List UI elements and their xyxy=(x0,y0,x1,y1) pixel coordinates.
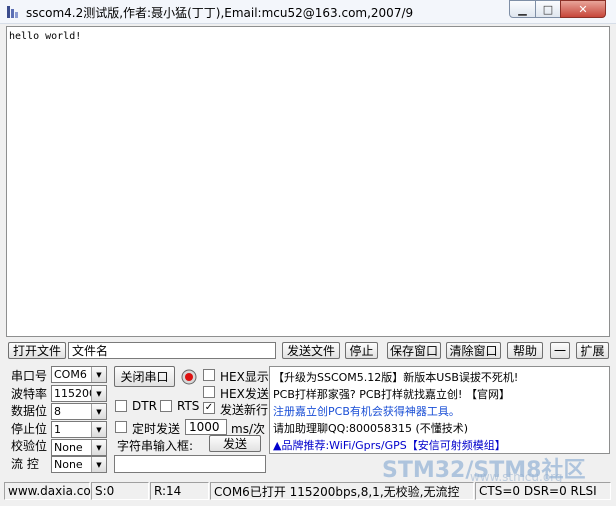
parity-select[interactable]: None ▼ xyxy=(51,439,107,456)
info-line-upgrade[interactable]: 【升级为SSCOM5.12版】新版本USB误拔不死机! xyxy=(273,369,518,385)
minimize-icon: ▁ xyxy=(518,2,527,16)
stop-button[interactable]: 停止 xyxy=(345,342,378,359)
title-bar[interactable]: sscom4.2测试版,作者:聂小猛(丁丁),Email:mcu52@163.c… xyxy=(0,0,616,24)
flow-value: None xyxy=(54,458,83,471)
databits-select[interactable]: 8 ▼ xyxy=(51,403,107,420)
port-label: 串口号 xyxy=(11,369,48,383)
parity-label: 校验位 xyxy=(11,439,48,453)
status-port-info: COM6已打开 115200bps,8,1,无校验,无流控 xyxy=(210,482,474,500)
clear-window-button[interactable]: 清除窗口 xyxy=(446,342,501,359)
chevron-down-icon[interactable]: ▼ xyxy=(91,457,106,472)
info-line-qq: 请加助理聊QQ:800058315 (不懂技术) xyxy=(273,422,469,435)
app-icon xyxy=(6,5,20,19)
databits-value: 8 xyxy=(54,405,61,418)
status-signals: CTS=0 DSR=0 RLSI xyxy=(475,482,611,500)
rts-label: RTS xyxy=(177,399,200,413)
chevron-down-icon[interactable]: ▼ xyxy=(91,422,106,437)
stopbits-label: 停止位 xyxy=(11,422,48,436)
minimize-button[interactable]: ▁ xyxy=(509,0,536,18)
send-button[interactable]: 发送 xyxy=(209,435,261,452)
info-line-pcb[interactable]: PCB打样那家强? PCB打样就找嘉立创! 【官网】 xyxy=(273,386,510,402)
baud-value: 115200 xyxy=(54,387,96,400)
stopbits-select[interactable]: 1 ▼ xyxy=(51,421,107,438)
timed-send-label: 定时发送 xyxy=(132,422,181,436)
hex-send-checkbox[interactable] xyxy=(203,386,215,398)
status-sent-count: S:0 xyxy=(91,482,149,500)
maximize-icon: □ xyxy=(542,2,554,16)
chevron-down-icon[interactable]: ▼ xyxy=(91,404,106,419)
dtr-label: DTR xyxy=(132,399,157,413)
info-line-register[interactable]: 注册嘉立创PCB有机会获得神器工具。 xyxy=(273,403,460,419)
status-website[interactable]: www.daxia.cor xyxy=(4,482,96,500)
receive-text: hello world! xyxy=(9,31,82,42)
expand-button[interactable]: 扩展 xyxy=(576,342,609,359)
status-received-count: R:14 xyxy=(150,482,209,500)
stopbits-value: 1 xyxy=(54,423,61,436)
databits-label: 数据位 xyxy=(11,404,48,418)
send-newline-checkbox[interactable]: ✓ xyxy=(203,402,215,414)
save-window-button[interactable]: 保存窗口 xyxy=(387,342,441,359)
hex-display-checkbox[interactable]: false xyxy=(203,369,215,381)
close-icon: ✕ xyxy=(578,2,588,16)
chevron-down-icon[interactable]: ▼ xyxy=(91,386,106,401)
rts-checkbox[interactable] xyxy=(160,400,172,412)
info-panel: 【升级为SSCOM5.12版】新版本USB误拔不死机! PCB打样那家强? PC… xyxy=(269,366,610,454)
timed-send-checkbox[interactable] xyxy=(115,421,127,433)
info-line-brand[interactable]: ▲品牌推荐:WiFi/Gprs/GPS【安信可射频模组】 xyxy=(273,437,506,453)
port-status-indicator-icon xyxy=(181,369,197,385)
chevron-down-icon[interactable]: ▼ xyxy=(91,367,106,382)
baud-label: 波特率 xyxy=(11,387,48,401)
port-value: COM6 xyxy=(54,368,87,381)
receive-textarea[interactable]: hello world! xyxy=(6,26,610,337)
help-button[interactable]: 帮助 xyxy=(507,342,543,359)
open-file-button[interactable]: 打开文件 xyxy=(8,342,66,359)
maximize-button[interactable]: □ xyxy=(535,0,561,18)
flow-select[interactable]: None ▼ xyxy=(51,456,107,473)
string-input-label: 字符串输入框: xyxy=(117,439,194,453)
dtr-checkbox[interactable] xyxy=(115,400,127,412)
close-port-button[interactable]: 关闭串口 xyxy=(114,366,175,387)
status-bar: www.daxia.cor S:0 R:14 COM6已打开 115200bps… xyxy=(0,480,616,504)
hex-send-label: HEX发送 xyxy=(220,387,269,401)
close-button[interactable]: ✕ xyxy=(560,0,606,18)
collapse-button[interactable]: 一 xyxy=(550,342,570,359)
chevron-down-icon[interactable]: ▼ xyxy=(91,440,106,455)
filename-input[interactable]: 文件名 xyxy=(68,342,276,359)
send-input[interactable] xyxy=(114,455,266,473)
checkmark-icon: ✓ xyxy=(204,402,214,413)
parity-value: None xyxy=(54,441,83,454)
send-file-button[interactable]: 发送文件 xyxy=(282,342,340,359)
send-newline-label: 发送新行 xyxy=(220,403,269,417)
port-select[interactable]: COM6 ▼ xyxy=(51,366,107,383)
hex-display-label: HEX显示 xyxy=(220,370,269,384)
flow-label: 流 控 xyxy=(11,457,39,471)
baud-select[interactable]: 115200 ▼ xyxy=(51,385,107,402)
window-title: sscom4.2测试版,作者:聂小猛(丁丁),Email:mcu52@163.c… xyxy=(26,6,414,20)
interval-input[interactable]: 1000 xyxy=(185,419,227,435)
